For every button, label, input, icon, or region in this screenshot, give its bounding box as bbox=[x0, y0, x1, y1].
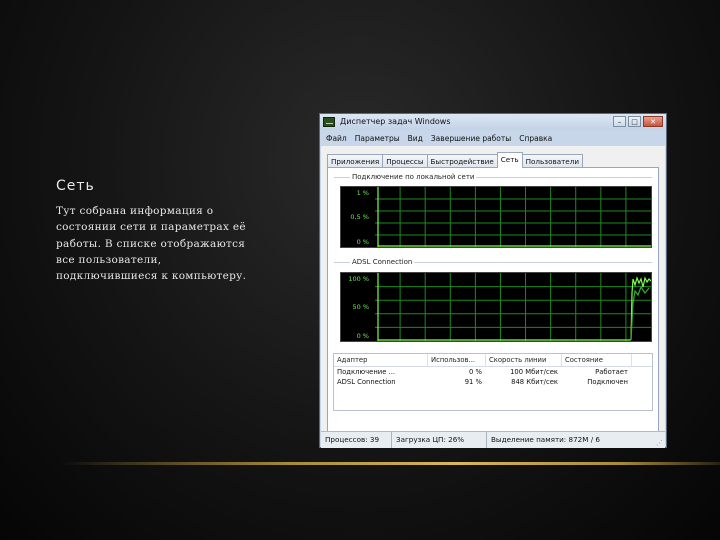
adsl-plot bbox=[375, 273, 651, 341]
adsl-tick-mid: 50 % bbox=[352, 303, 369, 311]
adsl-graph: 100 % 50 % 0 % bbox=[340, 272, 652, 342]
tab-performance[interactable]: Быстродействие bbox=[426, 154, 498, 168]
cell-link-speed: 848 Кбит/сек bbox=[511, 378, 558, 386]
table-row[interactable]: ADSL Connection 91 % 848 Кбит/сек Подклю… bbox=[334, 377, 652, 387]
menu-bar: Файл Параметры Вид Завершение работы Спр… bbox=[320, 132, 666, 146]
lan-plot bbox=[375, 187, 651, 247]
cell-adapter: ADSL Connection bbox=[337, 378, 396, 386]
slide-title: Сеть bbox=[56, 178, 95, 194]
adsl-trace bbox=[378, 276, 651, 341]
cell-adapter: Подключение ... bbox=[337, 368, 396, 376]
cell-state: Подключен bbox=[587, 378, 628, 386]
tab-processes[interactable]: Процессы bbox=[382, 154, 428, 168]
table-row[interactable]: Подключение ... 0 % 100 Мбит/сек Работае… bbox=[334, 367, 652, 377]
menu-shutdown[interactable]: Завершение работы bbox=[431, 132, 511, 146]
close-button[interactable]: ✕ bbox=[643, 116, 663, 127]
tab-users[interactable]: Пользователи bbox=[521, 154, 583, 168]
lan-tick-mid: 0,5 % bbox=[350, 213, 369, 221]
title-bar[interactable]: Диспетчер задач Windows – □ ✕ bbox=[320, 114, 666, 130]
graph-label-adsl: ADSL Connection bbox=[350, 258, 415, 266]
graph-label-lan: Подключение по локальной сети bbox=[350, 173, 477, 181]
resize-grip-icon[interactable]: ⋰ bbox=[656, 439, 663, 447]
cell-usage: 91 % bbox=[464, 378, 482, 386]
cell-link-speed: 100 Мбит/сек bbox=[510, 368, 558, 376]
status-processes: Процессов: 39 bbox=[321, 432, 392, 448]
adsl-tick-bottom: 0 % bbox=[356, 332, 369, 340]
gold-divider bbox=[60, 462, 720, 465]
col-adapter[interactable]: Адаптер bbox=[334, 354, 428, 366]
network-panel: Подключение по локальной сети 1 % 0,5 % … bbox=[327, 167, 659, 435]
adapter-list[interactable]: Адаптер Использов... Скорость линии Сост… bbox=[333, 353, 653, 411]
status-bar: Процессов: 39 Загрузка ЦП: 26% Выделение… bbox=[321, 431, 665, 448]
tab-applications[interactable]: Приложения bbox=[327, 154, 384, 168]
lan-graph: 1 % 0,5 % 0 % bbox=[340, 186, 652, 248]
window-title: Диспетчер задач Windows bbox=[340, 117, 451, 126]
menu-options[interactable]: Параметры bbox=[355, 132, 400, 146]
task-manager-icon bbox=[323, 117, 335, 127]
cell-state: Работает bbox=[595, 368, 628, 376]
menu-file[interactable]: Файл bbox=[326, 132, 347, 146]
adsl-tick-top: 100 % bbox=[348, 275, 369, 283]
col-usage[interactable]: Использов... bbox=[428, 354, 486, 366]
adapter-list-header: Адаптер Использов... Скорость линии Сост… bbox=[334, 354, 652, 367]
tab-network[interactable]: Сеть bbox=[496, 152, 523, 168]
col-link-speed[interactable]: Скорость линии bbox=[486, 354, 562, 366]
status-cpu: Загрузка ЦП: 26% bbox=[392, 432, 487, 448]
slide-body: Тут собрана информация о состоянии сети … bbox=[56, 205, 247, 283]
minimize-button[interactable]: – bbox=[613, 116, 626, 127]
client-area: Приложения Процессы Быстродействие Сеть … bbox=[321, 146, 665, 448]
tab-strip: Приложения Процессы Быстродействие Сеть … bbox=[327, 152, 583, 168]
maximize-button[interactable]: □ bbox=[628, 116, 641, 127]
lan-tick-top: 1 % bbox=[356, 189, 369, 197]
task-manager-window: Диспетчер задач Windows – □ ✕ Файл Парам… bbox=[319, 113, 667, 448]
menu-help[interactable]: Справка bbox=[519, 132, 552, 146]
cell-usage: 0 % bbox=[469, 368, 482, 376]
lan-tick-bottom: 0 % bbox=[356, 238, 369, 246]
col-state[interactable]: Состояние bbox=[562, 354, 632, 366]
status-memory: Выделение памяти: 872M / 6 bbox=[491, 435, 600, 444]
menu-view[interactable]: Вид bbox=[408, 132, 423, 146]
